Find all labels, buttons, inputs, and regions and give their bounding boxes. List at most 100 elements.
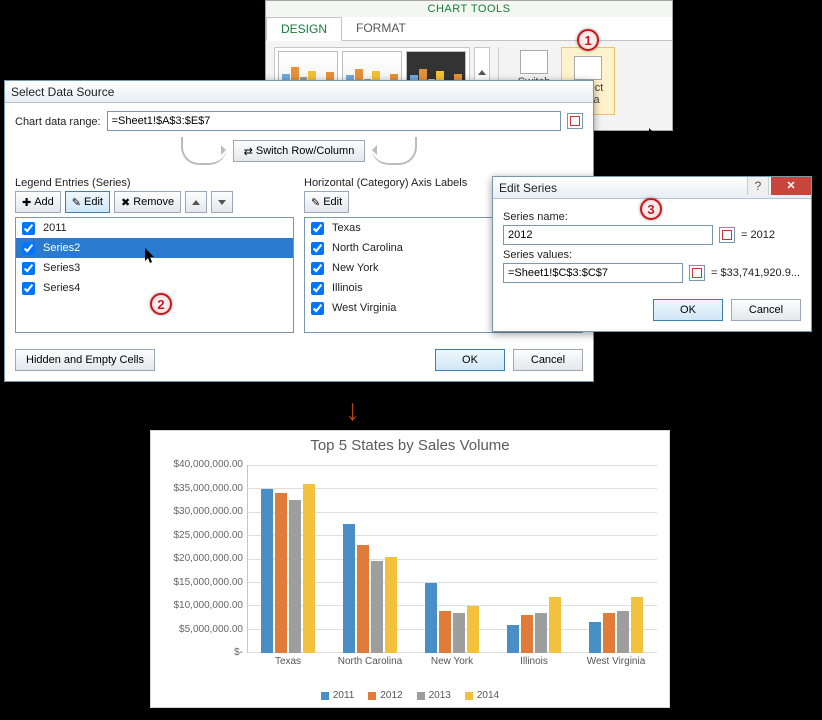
bar (385, 557, 397, 653)
x-tick-label: Texas (247, 654, 329, 667)
edit-axis-button[interactable]: ✎Edit (304, 191, 349, 213)
x-tick-label: West Virginia (575, 654, 657, 667)
bar-group (329, 465, 411, 653)
switch-row-column-button[interactable]: ⇄Switch Row/Column (233, 140, 366, 162)
y-tick-label: $30,000,000.00 (151, 506, 243, 518)
move-up-button[interactable] (185, 191, 207, 213)
checkbox[interactable] (22, 222, 35, 235)
move-down-button[interactable] (211, 191, 233, 213)
callout-2: 2 (150, 293, 172, 315)
bar (521, 615, 533, 653)
y-tick-label: $20,000,000.00 (151, 553, 243, 565)
chart-title: Top 5 States by Sales Volume (151, 437, 669, 454)
edit-series-button[interactable]: ✎Edit (65, 191, 110, 213)
add-series-button[interactable]: ✚Add (15, 191, 61, 213)
tab-format[interactable]: FORMAT (342, 17, 420, 40)
list-item[interactable]: Series2 (16, 238, 293, 258)
legend-item: 2014 (465, 690, 499, 701)
category-name: Illinois (332, 282, 363, 294)
tab-design[interactable]: DESIGN (266, 17, 342, 41)
add-icon: ✚ (22, 196, 31, 209)
chart-legend: 2011201220132014 (151, 690, 669, 701)
bar (371, 561, 383, 653)
chart-data-range-input[interactable] (107, 111, 561, 131)
bar (535, 613, 547, 653)
bar-group (247, 465, 329, 653)
list-item[interactable]: 2011 (16, 218, 293, 238)
callout-1: 1 (577, 29, 599, 51)
series-name: Series3 (43, 262, 80, 274)
help-icon[interactable]: ? (747, 177, 769, 195)
edit-icon: ✎ (311, 196, 320, 209)
switch-row-column-icon (520, 50, 548, 74)
series-values-preview: = $33,741,920.9... (711, 267, 801, 279)
ok-button[interactable]: OK (435, 349, 505, 371)
y-tick-label: $5,000,000.00 (151, 624, 243, 636)
series-name: Series2 (43, 242, 80, 254)
y-tick-label: $40,000,000.00 (151, 459, 243, 471)
range-picker-icon[interactable] (719, 227, 735, 243)
series-name-input[interactable] (503, 225, 713, 245)
dialog-title: Edit Series ? ✕ (493, 177, 811, 199)
remove-series-button[interactable]: ✖Remove (114, 191, 181, 213)
series-name-preview: = 2012 (741, 229, 801, 241)
bar (275, 493, 287, 653)
category-name: West Virginia (332, 302, 396, 314)
hidden-empty-cells-button[interactable]: Hidden and Empty Cells (15, 349, 155, 371)
checkbox[interactable] (311, 262, 324, 275)
checkbox[interactable] (311, 222, 324, 235)
bar (453, 613, 465, 653)
bar-group (411, 465, 493, 653)
cancel-button[interactable]: Cancel (513, 349, 583, 371)
list-item[interactable]: Series3 (16, 258, 293, 278)
category-name: North Carolina (332, 242, 403, 254)
legend-item: 2011 (321, 690, 355, 701)
select-data-icon (574, 56, 602, 80)
chevron-up-icon (192, 200, 200, 205)
bar (631, 597, 643, 653)
checkbox[interactable] (22, 282, 35, 295)
series-listbox[interactable]: 2011 Series2 Series3 Series4 (15, 217, 294, 333)
checkbox[interactable] (311, 282, 324, 295)
bar-group (575, 465, 657, 653)
bar (617, 611, 629, 653)
checkbox[interactable] (311, 302, 324, 315)
bar (507, 625, 519, 653)
bar (289, 500, 301, 653)
series-name: Series4 (43, 282, 80, 294)
bar (439, 611, 451, 653)
category-name: New York (332, 262, 378, 274)
legend-item: 2013 (417, 690, 451, 701)
bar (549, 597, 561, 653)
edit-icon: ✎ (72, 196, 81, 209)
x-tick-label: Illinois (493, 654, 575, 667)
bar (467, 606, 479, 653)
remove-icon: ✖ (121, 196, 130, 209)
flow-arrow-icon: ↓ (345, 396, 360, 426)
bar (303, 484, 315, 653)
range-picker-icon[interactable] (567, 113, 583, 129)
callout-3: 3 (640, 198, 662, 220)
bar (261, 489, 273, 654)
legend-entries-label: Legend Entries (Series) (15, 177, 294, 189)
dialog-title: Select Data Source (5, 81, 593, 103)
ribbon-tab-strip: DESIGN FORMAT (266, 17, 672, 41)
series-values-input[interactable] (503, 263, 683, 283)
checkbox[interactable] (22, 242, 35, 255)
range-picker-icon[interactable] (689, 265, 705, 281)
checkbox[interactable] (311, 242, 324, 255)
y-tick-label: $- (151, 647, 243, 659)
checkbox[interactable] (22, 262, 35, 275)
bar (343, 524, 355, 653)
cancel-button[interactable]: Cancel (731, 299, 801, 321)
chart-data-range-label: Chart data range: (15, 116, 101, 128)
y-tick-label: $35,000,000.00 (151, 483, 243, 495)
x-tick-label: New York (411, 654, 493, 667)
series-values-label: Series values: (503, 249, 801, 261)
ok-button[interactable]: OK (653, 299, 723, 321)
close-button[interactable]: ✕ (771, 177, 811, 195)
y-tick-label: $15,000,000.00 (151, 577, 243, 589)
bar (357, 545, 369, 653)
x-tick-label: North Carolina (329, 654, 411, 667)
series-name: 2011 (43, 222, 67, 234)
